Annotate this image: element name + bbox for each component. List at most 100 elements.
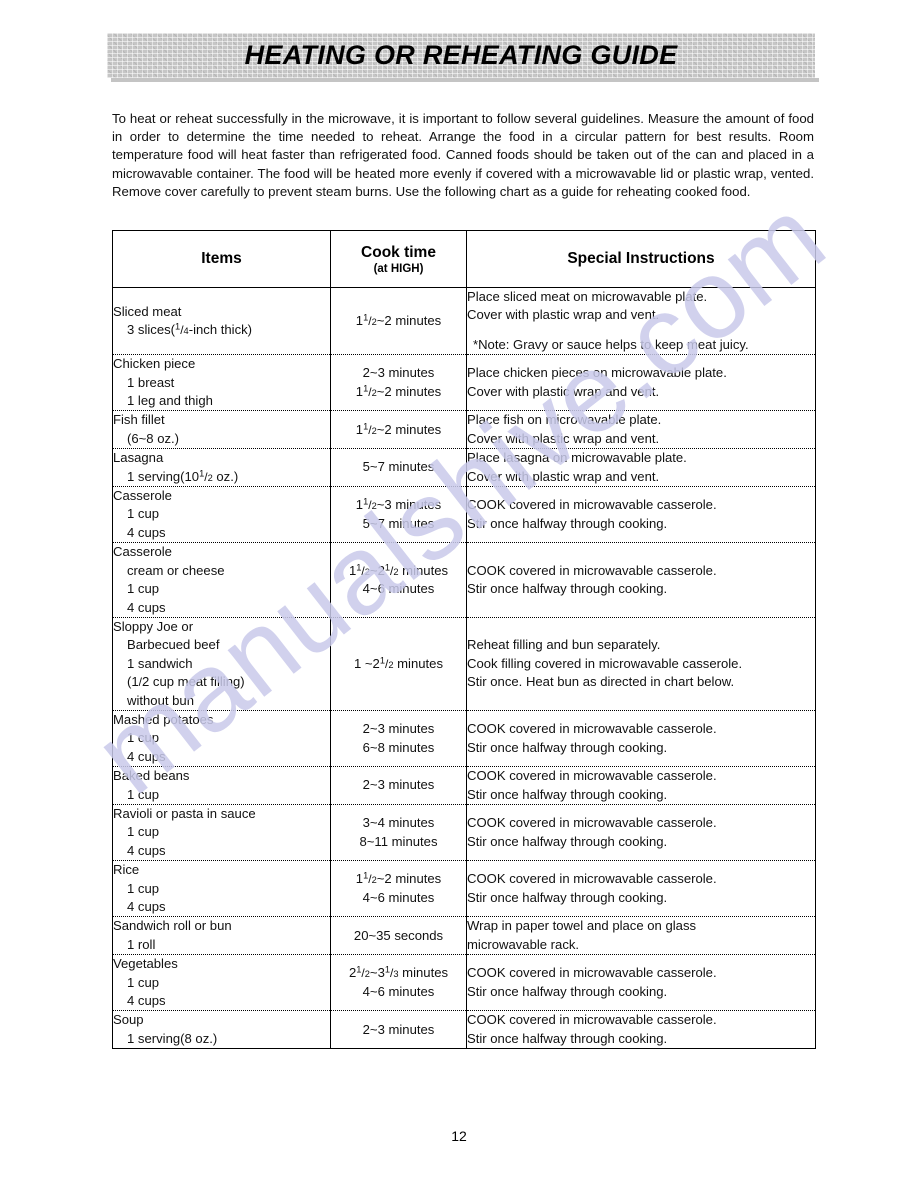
cell-special-instructions: Place lasagna on microwavable plate. Cove… <box>466 448 816 487</box>
item-subline: cream or cheese <box>127 562 225 578</box>
instruction-line: Cover with plastic wrap and vent. <box>467 307 660 323</box>
table-row: Sandwich roll or bun 1 roll 20~35 seconds W… <box>112 916 816 955</box>
cell-special-instructions: COOK covered in microwavable casserole. S… <box>466 486 816 543</box>
cell-special-instructions: COOK covered in microwavable casserole. S… <box>466 542 816 618</box>
item-subline: 1 leg and thigh <box>127 393 213 409</box>
table-row: Sloppy Joe or Barbecued beef 1 sandwich (1/… <box>112 617 816 711</box>
cook-time-line: 2~3 minutes <box>362 721 435 737</box>
table-row: Sliced meat 3 slices(1/4-inch thick) 11/2~… <box>112 287 816 355</box>
table-row: Vegetables 1 cup 4 cups 21/2~31/3 minutes 4~… <box>112 954 816 1011</box>
cell-cook-time: 5~7 minutes <box>330 448 467 487</box>
instruction-line: COOK covered in microwavable casserole. <box>467 1012 717 1028</box>
page-header-banner: HEATING OR REHEATING GUIDE <box>107 33 819 82</box>
instruction-line: COOK covered in microwavable casserole. <box>467 497 717 513</box>
cell-item: Baked beans 1 cup <box>112 766 331 805</box>
table-head: Items Cook time (at HIGH) Special Instru… <box>112 230 816 288</box>
table-row: Baked beans 1 cup 2~3 minutes COOK covered … <box>112 766 816 805</box>
instruction-line: Stir once halfway through cooking. <box>467 739 668 755</box>
cell-special-instructions: COOK covered in microwavable casserole. S… <box>466 710 816 767</box>
item-subline: 1 cup <box>127 786 160 802</box>
intro-paragraph: To heat or reheat successfully in the mi… <box>112 111 814 199</box>
cell-item: Sandwich roll or bun 1 roll <box>112 916 331 955</box>
item-subline: 1 serving(101/2 oz.) <box>127 468 239 484</box>
column-header-special-instructions-label: Special Instructions <box>567 250 715 267</box>
cell-cook-time: 11/2~2 minutes <box>330 410 467 449</box>
item-subline: 1 sandwich <box>127 655 193 671</box>
instruction-line: COOK covered in microwavable casserole. <box>467 721 717 737</box>
item-subline: without bun <box>127 692 194 708</box>
item-subline: 3 slices(1/4-inch thick) <box>127 321 253 338</box>
instruction-line: Place sliced meat on microwavable plate. <box>467 289 708 304</box>
page-title: HEATING OR REHEATING GUIDE <box>244 40 678 70</box>
cook-time-line: 5~7 minutes <box>362 459 435 475</box>
instruction-line: microwavable rack. <box>467 936 580 952</box>
instruction-line: Place lasagna on microwavable plate. <box>467 450 687 466</box>
cell-cook-time: 11/2~21/2 minutes 4~6 minutes <box>330 542 467 618</box>
cook-time-line: 8~11 minutes <box>359 833 438 849</box>
cook-time-line: 2~3 minutes <box>362 1021 435 1037</box>
table-row: Lasagna 1 serving(101/2 oz.) 5~7 minutes Pl… <box>112 448 816 487</box>
cell-item: Casserole cream or cheese 1 cup 4 cups <box>112 542 331 618</box>
cell-item: Chicken piece 1 breast 1 leg and thigh <box>112 354 331 411</box>
instruction-line: Place chicken pieces on microwavable pla… <box>467 365 727 381</box>
instruction-line: Place fish on microwavable plate. <box>467 412 662 428</box>
table-body: Sliced meat 3 slices(1/4-inch thick) 11/2~… <box>112 287 816 1049</box>
item-subline: (1/2 cup meat filling) <box>127 674 245 690</box>
table-row: Soup 1 serving(8 oz.) 2~3 minutes COOK cove… <box>112 1010 816 1049</box>
item-title: Casserole <box>113 544 172 560</box>
item-title: Mashed potatoes <box>113 711 214 727</box>
cell-item: Ravioli or pasta in sauce 1 cup 4 cups <box>112 804 331 861</box>
item-title: Vegetables <box>113 956 178 972</box>
cell-special-instructions: Place sliced meat on microwavable plate.… <box>466 287 816 355</box>
cell-item: Vegetables 1 cup 4 cups <box>112 954 331 1011</box>
table-row: Rice 1 cup 4 cups 11/2~2 minutes 4~6 minutes… <box>112 860 816 917</box>
cell-cook-time: 2~3 minutes 11/2~2 minutes <box>330 354 467 411</box>
item-subline: 1 cup <box>127 506 160 522</box>
instruction-line: Cover with plastic wrap and vent. <box>467 383 660 399</box>
cell-item: Mashed potatoes 1 cup 4 cups <box>112 710 331 767</box>
instruction-line: Reheat filling and bun separately. <box>467 637 661 653</box>
item-title: Rice <box>113 862 140 878</box>
instruction-line: Stir once halfway through cooking. <box>467 515 668 531</box>
cell-item: Soup 1 serving(8 oz.) <box>112 1010 331 1049</box>
column-header-special-instructions: Special Instructions <box>466 230 816 288</box>
item-title: Casserole <box>113 488 172 504</box>
item-title: Chicken piece <box>113 356 196 372</box>
instruction-line: Stir once halfway through cooking. <box>467 889 668 905</box>
item-subline: (6~8 oz.) <box>127 430 180 446</box>
cell-special-instructions: COOK covered in microwavable casserole. S… <box>466 766 816 805</box>
column-header-cook-time-label: Cook time <box>361 243 436 261</box>
column-header-cook-time-sublabel: (at HIGH) <box>373 262 424 275</box>
instruction-line: Stir once. Heat bun as directed in chart… <box>467 674 735 690</box>
item-title: Ravioli or pasta in sauce <box>113 805 256 821</box>
heating-guide-table: Items Cook time (at HIGH) Special Instru… <box>112 230 816 1050</box>
instruction-line: Stir once halfway through cooking. <box>467 581 668 597</box>
instruction-line: COOK covered in microwavable casserole. <box>467 768 717 784</box>
cell-item: Rice 1 cup 4 cups <box>112 860 331 917</box>
item-subline: 4 cups <box>127 748 166 764</box>
instruction-line: Stir once halfway through cooking. <box>467 1030 668 1046</box>
cook-time-line: 2~3 minutes <box>362 777 435 793</box>
cook-time-line: 11/2~21/2 minutes <box>348 562 449 578</box>
item-subline: 1 roll <box>127 936 156 952</box>
item-subline: 1 cup <box>127 880 160 896</box>
instruction-line: Cover with plastic wrap and vent. <box>467 430 660 446</box>
cook-time-line: 4~6 minutes <box>362 581 435 597</box>
table-row: Ravioli or pasta in sauce 1 cup 4 cups 3~4 … <box>112 804 816 861</box>
instruction-line: COOK covered in microwavable casserole. <box>467 815 717 831</box>
cell-cook-time: 21/2~31/3 minutes 4~6 minutes <box>330 954 467 1011</box>
item-title: Sandwich roll or bun <box>113 918 232 934</box>
cook-time-line: 11/2~2 minutes <box>355 383 442 399</box>
item-subline: Barbecued beef <box>127 637 220 653</box>
banner-shadow <box>111 78 819 82</box>
cell-cook-time: 2~3 minutes <box>330 766 467 805</box>
instruction-line: Cover with plastic wrap and vent. <box>467 468 660 484</box>
instruction-line: COOK covered in microwavable casserole. <box>467 965 717 981</box>
cell-special-instructions: Place fish on microwavable plate. Cover w… <box>466 410 816 449</box>
item-subline: 4 cups <box>127 993 166 1009</box>
cell-cook-time: 11/2~2 minutes 4~6 minutes <box>330 860 467 917</box>
table-header-row: Items Cook time (at HIGH) Special Instru… <box>112 230 816 288</box>
item-title: Fish fillet <box>113 412 165 428</box>
table-row: Chicken piece 1 breast 1 leg and thigh 2~3 … <box>112 354 816 411</box>
item-title: Sliced meat <box>113 303 182 319</box>
